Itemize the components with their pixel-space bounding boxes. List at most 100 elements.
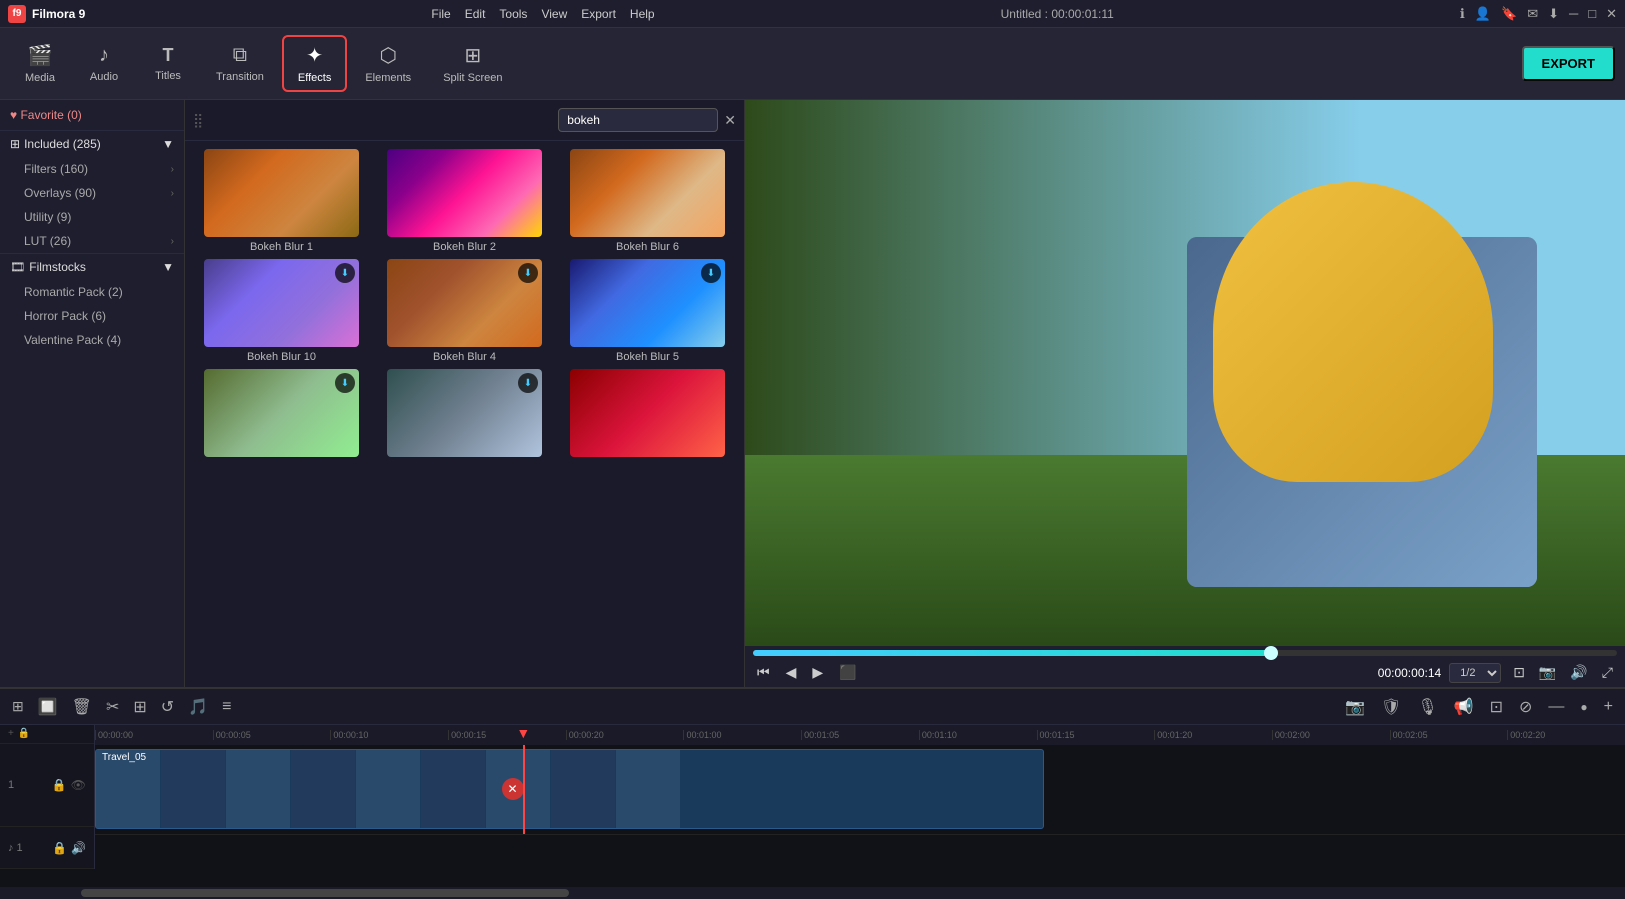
- mail-icon[interactable]: ✉: [1527, 6, 1538, 22]
- effect-bokeh-blur-6[interactable]: Bokeh Blur 6: [559, 149, 736, 253]
- favorite-row[interactable]: ♥ Favorite (0): [0, 100, 184, 131]
- utility-item[interactable]: Utility (9): [0, 205, 184, 229]
- tl-audio-button[interactable]: 🎵: [184, 695, 212, 719]
- video-track-lock-icon[interactable]: 🔒: [52, 778, 67, 792]
- titlebar: f9 Filmora 9 File Edit Tools View Export…: [0, 0, 1625, 28]
- menu-edit[interactable]: Edit: [465, 7, 486, 21]
- play-back-button[interactable]: ◀: [782, 662, 801, 683]
- stop-button[interactable]: ⬛: [835, 662, 860, 683]
- tl-snap-button[interactable]: ⊞: [8, 696, 28, 717]
- tl-camera-icon[interactable]: 📷: [1341, 695, 1369, 719]
- clip-frame-3: [226, 750, 291, 828]
- valentine-pack-item[interactable]: Valentine Pack (4): [0, 328, 184, 352]
- quality-select[interactable]: 1/2 Full 1/4: [1449, 663, 1501, 683]
- toolbar-effects[interactable]: ✦ Effects: [282, 35, 347, 92]
- tl-pip-icon[interactable]: ⊡: [1486, 695, 1507, 719]
- toolbar-titles[interactable]: T Titles: [138, 39, 198, 88]
- menu-tools[interactable]: Tools: [499, 7, 527, 21]
- video-track-eye-icon[interactable]: 👁: [71, 778, 86, 792]
- effect-bokeh-blur-5[interactable]: ⬇ Bokeh Blur 5: [559, 259, 736, 363]
- audio-track-speaker-icon[interactable]: 🔊: [71, 841, 86, 855]
- audio-track-icons: 🔒 🔊: [52, 841, 86, 855]
- preview-controls: ⏮ ◀ ▶ ⬛ 00:00:00:14 1/2 Full 1/4 ⊡ 📷 🔊 ⤢: [745, 646, 1625, 687]
- tl-mix-button[interactable]: ≡: [218, 696, 235, 718]
- minimize-btn[interactable]: ─: [1569, 6, 1578, 21]
- elements-icon: ⬡: [380, 43, 397, 68]
- overlays-arrow: ›: [171, 188, 174, 199]
- effect-extra-3[interactable]: [559, 369, 736, 461]
- clip-delete-button[interactable]: ✕: [502, 778, 524, 800]
- screen-mode-icon[interactable]: ⊡: [1509, 662, 1529, 683]
- audio-track-lock-icon[interactable]: 🔒: [52, 841, 67, 855]
- tl-zoom-out[interactable]: —: [1544, 696, 1568, 718]
- tl-no-icon[interactable]: ⊘: [1515, 695, 1536, 719]
- overlays-item[interactable]: Overlays (90) ›: [0, 181, 184, 205]
- tl-zoom-in[interactable]: +: [1600, 696, 1617, 718]
- ruler-mark-205: 00:02:05: [1390, 730, 1508, 740]
- menu-export[interactable]: Export: [581, 7, 616, 21]
- tl-cut-button[interactable]: ✂: [102, 695, 123, 719]
- audio-icon: ♪: [99, 44, 109, 67]
- tl-undo-button[interactable]: ↺: [157, 695, 178, 719]
- ruler-mark-15: 00:00:15: [448, 730, 566, 740]
- lut-item[interactable]: LUT (26) ›: [0, 229, 184, 253]
- filmstocks-section-header[interactable]: 🎞 Filmstocks ▼: [0, 253, 184, 280]
- menu-file[interactable]: File: [431, 7, 450, 21]
- split-screen-label: Split Screen: [443, 72, 502, 84]
- maximize-btn[interactable]: □: [1588, 6, 1596, 21]
- bottom-scrollbar[interactable]: [0, 887, 1625, 899]
- account-icon[interactable]: 👤: [1475, 6, 1491, 22]
- toolbar-audio[interactable]: ♪ Audio: [74, 38, 134, 89]
- menu-view[interactable]: View: [541, 7, 567, 21]
- tl-zoom-slider[interactable]: ●: [1576, 698, 1591, 716]
- rewind-button[interactable]: ⏮: [753, 662, 774, 683]
- toolbar-transition[interactable]: ⧉ Transition: [202, 38, 278, 89]
- tl-magnet-button[interactable]: 🔲: [34, 695, 62, 719]
- lock-all-icon[interactable]: 🔒: [18, 728, 30, 739]
- effect-thumb-bokeh-blur-5: ⬇: [570, 259, 725, 347]
- filters-arrow: ›: [171, 164, 174, 175]
- close-btn[interactable]: ✕: [1606, 6, 1617, 22]
- menu-help[interactable]: Help: [630, 7, 655, 21]
- download-icon[interactable]: ⬇: [1548, 6, 1559, 22]
- fullscreen-icon[interactable]: ⤢: [1598, 662, 1617, 683]
- download-badge-bokeh4: ⬇: [518, 263, 538, 283]
- effect-extra-2[interactable]: ⬇: [376, 369, 553, 461]
- clip-label: Travel_05: [102, 752, 146, 763]
- tl-crop-button[interactable]: ⊞: [129, 695, 150, 719]
- effect-bokeh-blur-1[interactable]: Bokeh Blur 1: [193, 149, 370, 253]
- video-clip[interactable]: Travel_05 ✕: [95, 749, 1044, 829]
- progress-fill: [753, 650, 1271, 656]
- tl-shield-icon[interactable]: 🛡: [1377, 695, 1405, 719]
- effect-bokeh-blur-4[interactable]: ⬇ Bokeh Blur 4: [376, 259, 553, 363]
- toolbar-split-screen[interactable]: ⊞ Split Screen: [429, 37, 516, 90]
- progress-bar[interactable]: [753, 650, 1617, 656]
- info-icon[interactable]: ℹ: [1460, 6, 1465, 22]
- horror-pack-item[interactable]: Horror Pack (6): [0, 304, 184, 328]
- tl-delete-button[interactable]: 🗑: [68, 695, 96, 719]
- elements-label: Elements: [365, 72, 411, 84]
- ruler-mark-220: 00:02:20: [1507, 730, 1625, 740]
- effect-extra-1[interactable]: ⬇: [193, 369, 370, 461]
- scroll-thumb[interactable]: [81, 889, 569, 897]
- toolbar-elements[interactable]: ⬡ Elements: [351, 37, 425, 90]
- search-clear-button[interactable]: ✕: [724, 112, 736, 129]
- effect-bokeh-blur-2[interactable]: Bokeh Blur 2: [376, 149, 553, 253]
- play-button[interactable]: ▶: [808, 662, 827, 683]
- romantic-pack-item[interactable]: Romantic Pack (2): [0, 280, 184, 304]
- drag-handle-icon: ⣿: [193, 112, 203, 129]
- toolbar-media[interactable]: 🎬 Media: [10, 37, 70, 90]
- add-track-icon[interactable]: +: [8, 728, 14, 739]
- tl-voice-icon[interactable]: 📢: [1450, 695, 1478, 719]
- playhead[interactable]: [523, 745, 525, 834]
- search-input[interactable]: [558, 108, 718, 132]
- snapshot-icon[interactable]: 📷: [1535, 662, 1560, 683]
- ruler-mark-115: 00:01:15: [1037, 730, 1155, 740]
- tl-mic-icon[interactable]: 🎙: [1413, 695, 1441, 719]
- included-section-header[interactable]: ⊞ Included (285) ▼: [0, 131, 184, 157]
- bookmark-icon[interactable]: 🔖: [1501, 6, 1517, 22]
- export-button[interactable]: EXPORT: [1522, 46, 1615, 81]
- filters-item[interactable]: Filters (160) ›: [0, 157, 184, 181]
- volume-icon[interactable]: 🔊: [1566, 662, 1591, 683]
- effect-bokeh-blur-10[interactable]: ⬇ Bokeh Blur 10: [193, 259, 370, 363]
